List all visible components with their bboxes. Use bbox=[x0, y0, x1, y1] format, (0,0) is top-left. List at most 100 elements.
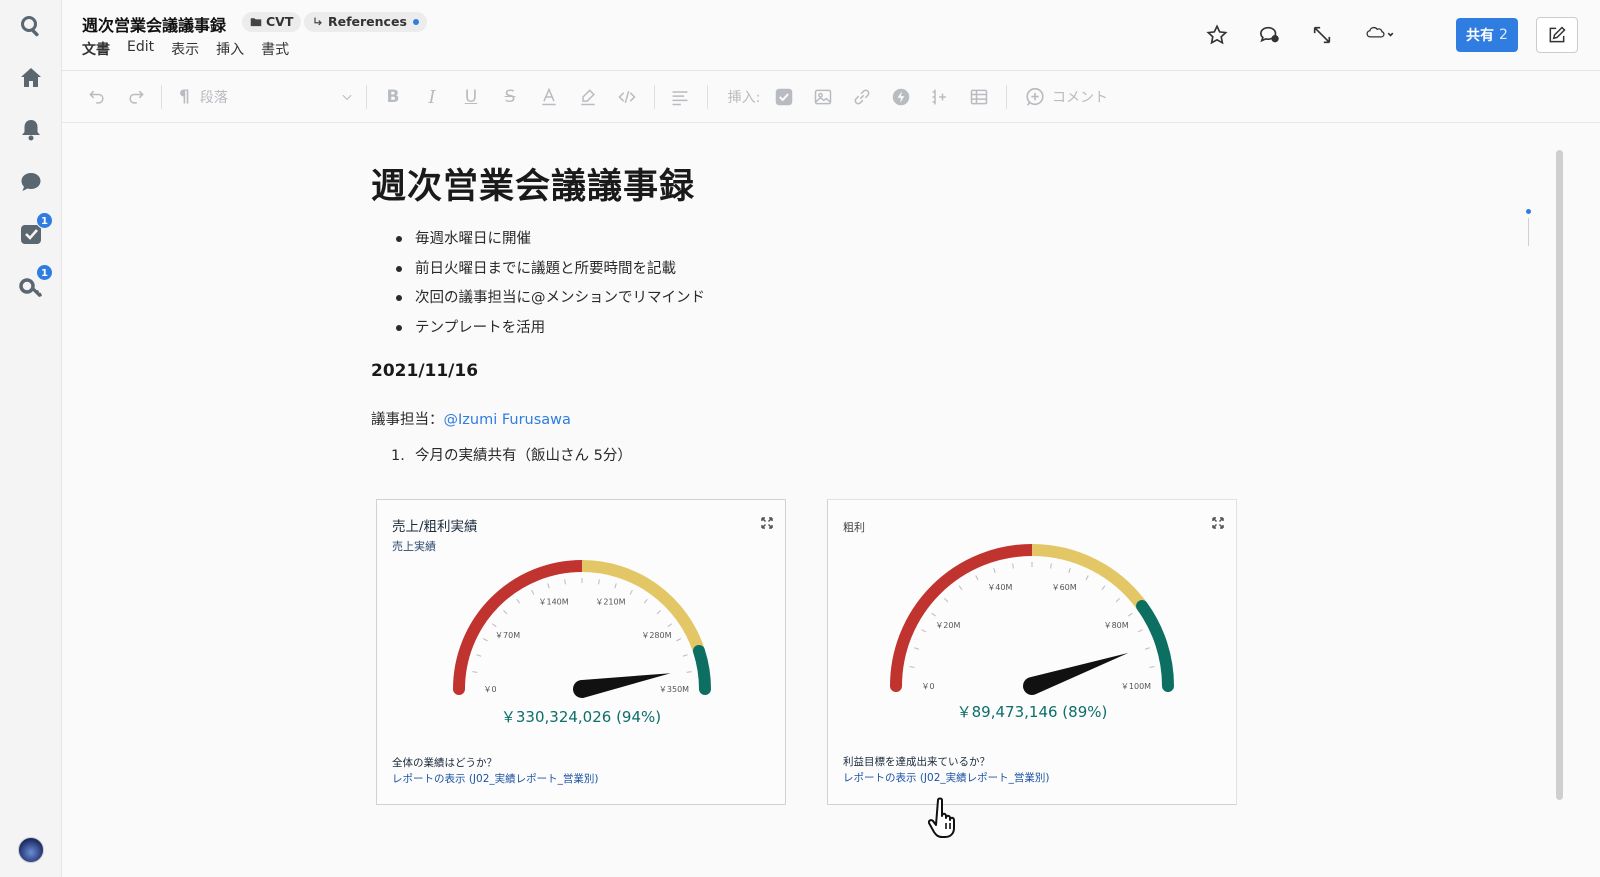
checkbox-icon[interactable] bbox=[773, 85, 795, 109]
bell-icon[interactable] bbox=[15, 114, 47, 146]
menu-edit[interactable]: Edit bbox=[127, 39, 154, 59]
highlight-icon[interactable] bbox=[577, 85, 599, 109]
owner-label: 議事担当： bbox=[371, 412, 444, 428]
folder-chip[interactable]: CVT bbox=[242, 12, 302, 32]
gauge-tick bbox=[1115, 597, 1121, 603]
gauge-needle bbox=[1023, 652, 1129, 695]
outline-marker[interactable] bbox=[1526, 209, 1531, 214]
home-icon[interactable] bbox=[15, 62, 47, 94]
gauge-tick bbox=[643, 598, 648, 604]
toolbar-divider bbox=[654, 85, 655, 109]
gauge-tick-label: ￥80M bbox=[1104, 621, 1129, 630]
key-icon[interactable]: 1 bbox=[15, 264, 53, 302]
edit-icon bbox=[1549, 26, 1566, 43]
gauge-tick bbox=[909, 666, 915, 668]
gauge-tick bbox=[1145, 647, 1151, 650]
gauge-tick bbox=[921, 629, 927, 633]
gauge-tick bbox=[598, 579, 600, 585]
redo-icon[interactable] bbox=[125, 85, 147, 109]
gauge-band bbox=[692, 644, 711, 695]
gauge-tick bbox=[682, 654, 688, 657]
gauge-tick bbox=[943, 597, 949, 603]
paragraph-style-select[interactable]: ¶ 段落 bbox=[179, 85, 354, 109]
add-comment-icon bbox=[1026, 87, 1044, 106]
document-title: 週次営業会議議事録 bbox=[371, 167, 696, 207]
toolbar-divider bbox=[1006, 85, 1007, 109]
strikethrough-icon[interactable]: S bbox=[499, 85, 521, 109]
gauge-needle bbox=[573, 673, 671, 698]
owner-mention-link[interactable]: @Izumi Furusawa bbox=[444, 412, 571, 428]
list-item: テンプレートを活用 bbox=[395, 317, 705, 347]
lightning-icon[interactable] bbox=[890, 85, 912, 109]
link-icon[interactable] bbox=[851, 85, 873, 109]
undo-icon[interactable] bbox=[86, 85, 108, 109]
table-icon[interactable] bbox=[968, 85, 990, 109]
chat-bubble-icon[interactable] bbox=[15, 166, 47, 198]
gauge-question: 全体の業績はどうか？ bbox=[392, 757, 497, 769]
gauge-tick bbox=[472, 671, 478, 673]
meeting-owner: 議事担当：@Izumi Furusawa bbox=[371, 408, 571, 429]
gauge-tick bbox=[975, 575, 979, 581]
gauge-tick-label: ￥0 bbox=[483, 685, 496, 694]
task-check-icon[interactable]: 1 bbox=[15, 212, 53, 250]
comment-button[interactable]: コメント bbox=[1024, 85, 1120, 109]
section-date-heading: 2021/11/16 bbox=[371, 361, 479, 381]
comment-label: コメント bbox=[1052, 90, 1108, 106]
references-chip[interactable]: References bbox=[304, 12, 427, 32]
menu-view[interactable]: 表示 bbox=[171, 39, 199, 59]
gauge-tick bbox=[1012, 563, 1014, 569]
ordered-list: 1. 今月の実績共有（飯山さん 5分） bbox=[391, 444, 632, 465]
insert-label: 挿入: bbox=[727, 90, 761, 106]
text-color-icon[interactable] bbox=[538, 85, 560, 109]
app-window: 1 1 週次営業会議議事録 CVT References 文書 Edit 表示 … bbox=[0, 0, 1600, 877]
view-report-link[interactable]: レポートの表示 (J02_実績レポート_営業別) bbox=[392, 771, 599, 786]
gauge-tick bbox=[629, 589, 633, 595]
gauge-tick bbox=[1127, 612, 1133, 617]
chevron-down-icon bbox=[342, 94, 352, 101]
document-area bbox=[62, 123, 1552, 877]
code-icon[interactable] bbox=[616, 85, 638, 109]
gauge-tick bbox=[531, 589, 535, 595]
resize-icon[interactable] bbox=[1309, 22, 1335, 48]
menu-format[interactable]: 書式 bbox=[261, 39, 289, 59]
cloud-icon[interactable] bbox=[1360, 22, 1400, 48]
gauge-tick bbox=[686, 671, 692, 673]
chat-icon[interactable] bbox=[1257, 22, 1283, 48]
list-number: 1. bbox=[391, 448, 405, 464]
bold-icon[interactable]: B bbox=[382, 85, 404, 109]
link-arrow-icon bbox=[314, 17, 322, 26]
search-icon[interactable] bbox=[15, 10, 47, 42]
underline-icon[interactable]: U bbox=[460, 85, 482, 109]
image-icon[interactable] bbox=[812, 85, 834, 109]
view-report-link[interactable]: レポートの表示 (J02_実績レポート_営業別) bbox=[843, 770, 1050, 785]
gauge-tick-label: ￥70M bbox=[495, 631, 520, 640]
scrollbar[interactable] bbox=[1556, 150, 1563, 800]
share-button[interactable]: 共有 2 bbox=[1456, 18, 1518, 52]
gauge-tick bbox=[503, 610, 508, 615]
toolbar-divider bbox=[161, 85, 162, 109]
gauge-tick-label: ￥350M bbox=[659, 685, 689, 694]
menu-document[interactable]: 文書 bbox=[82, 39, 110, 59]
badge: 1 bbox=[36, 212, 53, 229]
gauge-tick-label: ￥280M bbox=[641, 631, 671, 640]
align-icon[interactable] bbox=[669, 85, 691, 109]
menu-insert[interactable]: 挿入 bbox=[216, 39, 244, 59]
gauge-tick bbox=[1101, 585, 1106, 591]
star-icon[interactable] bbox=[1204, 22, 1230, 48]
paragraph-style-label: 段落 bbox=[199, 90, 228, 106]
gauge-tick-label: ￥60M bbox=[1052, 583, 1077, 592]
italic-icon[interactable]: I bbox=[421, 85, 443, 109]
list-item: 今月の実績共有（飯山さん 5分） bbox=[415, 448, 632, 464]
gauge-tick bbox=[667, 623, 673, 628]
edit-note-button[interactable] bbox=[1536, 17, 1578, 53]
gauge-card-sales: 売上/粗利実績 売上実績 ￥0 ￥70M ￥140M ￥210M ￥280M ￥350M … bbox=[376, 499, 786, 805]
gauge-value-label: ￥330,324,026 (94%) bbox=[500, 708, 662, 726]
gauge-tick-label: ￥20M bbox=[935, 621, 960, 630]
gauge-tick bbox=[958, 585, 963, 591]
avatar[interactable] bbox=[18, 837, 44, 863]
gauge-tick bbox=[482, 638, 488, 642]
gauge-tick bbox=[476, 654, 482, 657]
left-rail: 1 1 bbox=[0, 0, 62, 877]
gauge-band bbox=[453, 560, 588, 695]
insert-row-icon[interactable] bbox=[929, 85, 951, 109]
